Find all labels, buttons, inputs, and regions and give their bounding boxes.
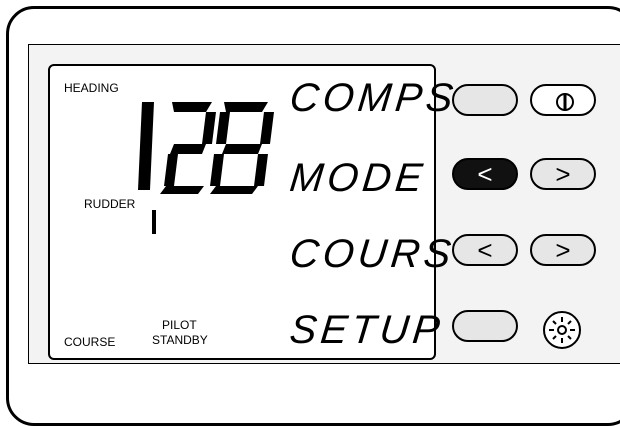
mode-left-label: < xyxy=(477,159,493,189)
power-button[interactable] xyxy=(530,84,596,116)
pilot-label: PILOT xyxy=(162,318,197,332)
cours-right-label: > xyxy=(555,235,571,265)
mode-right-button[interactable]: > xyxy=(530,158,596,190)
brightness-button[interactable] xyxy=(538,306,586,354)
mode-left-button[interactable]: < xyxy=(452,158,518,190)
menu-cours: COURS xyxy=(287,232,457,276)
blank-button-top-label xyxy=(454,86,516,114)
course-label: COURSE xyxy=(64,335,116,349)
rudder-indicator xyxy=(152,210,156,234)
blank-button-bottom[interactable] xyxy=(452,310,518,342)
menu-mode: MODE xyxy=(287,156,429,200)
menu-setup: SETUP xyxy=(287,308,446,352)
heading-label: HEADING xyxy=(64,81,119,95)
cours-left-button[interactable]: < xyxy=(452,234,518,266)
cours-left-label: < xyxy=(477,235,493,265)
power-icon xyxy=(556,93,574,111)
rudder-label: RUDDER xyxy=(84,197,136,211)
blank-button-top[interactable] xyxy=(452,84,518,116)
cours-right-button[interactable]: > xyxy=(530,234,596,266)
blank-button-bottom-label xyxy=(454,312,516,340)
menu-comps: COMPS xyxy=(287,76,460,120)
standby-label: STANDBY xyxy=(152,333,208,347)
mode-right-label: > xyxy=(555,159,571,189)
heading-digits xyxy=(138,102,274,194)
